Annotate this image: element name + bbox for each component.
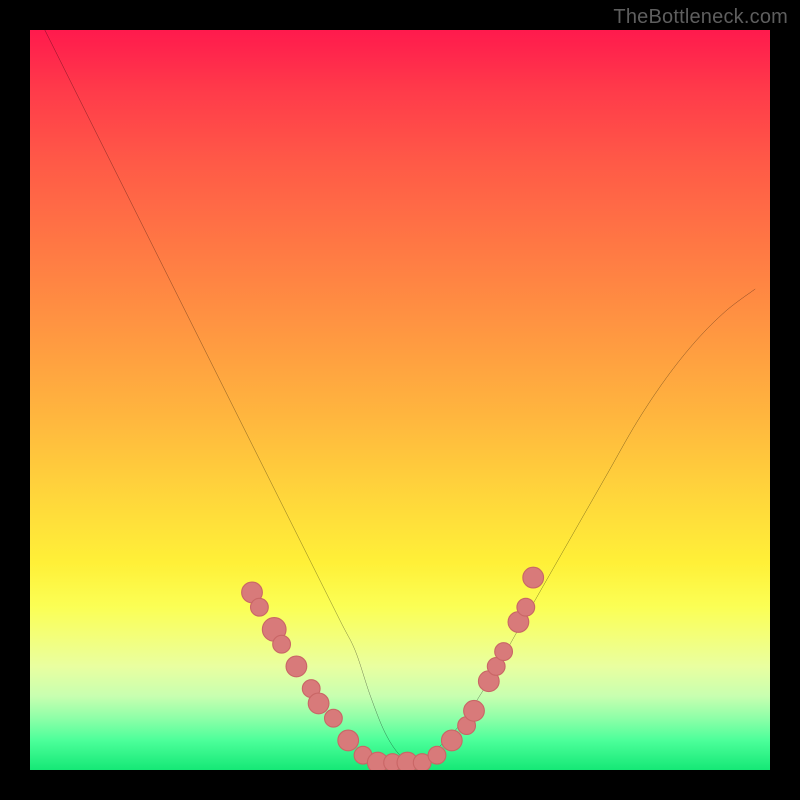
chart-svg <box>30 30 770 770</box>
curve-marker <box>338 730 359 751</box>
curve-marker <box>464 700 485 721</box>
curve-marker <box>523 567 544 588</box>
curve-marker <box>495 643 513 661</box>
curve-marker <box>308 693 329 714</box>
curve-marker <box>428 746 446 764</box>
bottleneck-curve <box>45 30 755 763</box>
curve-marker <box>325 709 343 727</box>
watermark-text: TheBottleneck.com <box>613 6 788 29</box>
curve-marker <box>517 598 535 616</box>
curve-markers <box>242 567 544 770</box>
curve-marker <box>286 656 307 677</box>
curve-marker <box>273 635 291 653</box>
chart-frame: TheBottleneck.com <box>0 0 800 800</box>
curve-marker <box>441 730 462 751</box>
curve-marker <box>251 598 269 616</box>
plot-area <box>30 30 770 770</box>
